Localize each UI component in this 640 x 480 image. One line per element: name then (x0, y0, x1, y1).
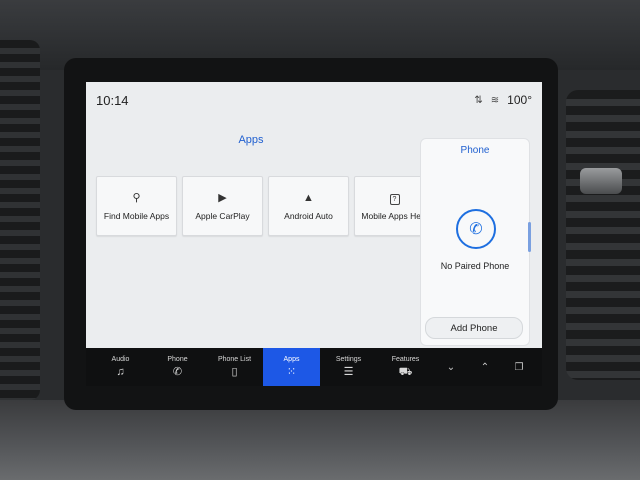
sliders-icon: ☰ (343, 366, 354, 378)
tile-label: Android Auto (284, 211, 333, 221)
android-auto-icon: ▲ (303, 192, 314, 204)
phone-panel: Phone ✆ No Paired Phone Add Phone (420, 138, 530, 346)
apple-carplay-tile[interactable]: ▶ Apple CarPlay (182, 176, 263, 236)
nav-phone-list[interactable]: Phone List ▯ (206, 348, 263, 386)
music-note-icon: ♫ (116, 366, 125, 378)
bottom-nav-bar: Audio ♫ Phone ✆ Phone List ▯ Apps ⁙ Sett… (86, 348, 542, 386)
chevron-down-icon[interactable]: ⌄ (434, 348, 468, 386)
phone-handset-icon[interactable]: ✆ (456, 209, 496, 249)
nav-label: Phone List (217, 356, 252, 363)
add-phone-button[interactable]: Add Phone (425, 317, 523, 339)
truck-icon: ⛟ (398, 366, 413, 378)
nav-label: Features (391, 356, 420, 363)
tile-label: Apple CarPlay (195, 211, 250, 221)
nav-label: Settings (335, 356, 362, 363)
nav-settings[interactable]: Settings ☰ (320, 348, 377, 386)
infotainment-screen: 10:14 ⇅ ≋ 100° Apps ⚲ Find Mobile Apps ▶… (86, 82, 542, 386)
apps-grid-icon: ⁙ (286, 366, 297, 378)
carplay-icon: ▶ (218, 192, 227, 204)
apps-title: Apps (238, 134, 264, 146)
status-bar: 10:14 ⇅ ≋ 100° (86, 82, 542, 118)
wifi-icon: ≋ (490, 94, 500, 106)
dashboard-bottom (0, 400, 640, 480)
tile-label: Find Mobile Apps (103, 211, 170, 221)
phone-list-icon: ▯ (231, 366, 238, 378)
nav-label: Audio (111, 356, 130, 363)
phone-panel-title: Phone (460, 145, 490, 156)
nav-phone[interactable]: Phone ✆ (149, 348, 206, 386)
nav-features[interactable]: Features ⛟ (377, 348, 434, 386)
nav-label: Phone (167, 356, 188, 363)
outside-temperature: 100° (507, 93, 532, 107)
apps-grid: ⚲ Find Mobile Apps ▶ Apple CarPlay ▲ And… (96, 176, 435, 236)
right-air-vent (566, 90, 640, 380)
clock: 10:14 (96, 92, 129, 108)
nav-audio[interactable]: Audio ♫ (92, 348, 149, 386)
phone-icon: ✆ (172, 366, 183, 378)
status-indicators: ⇅ ≋ 100° (474, 93, 532, 107)
sync-icon: ⇅ (474, 94, 483, 106)
pages-icon[interactable]: ❐ (502, 348, 536, 386)
nav-apps[interactable]: Apps ⁙ (263, 348, 320, 386)
help-icon: ? (389, 191, 400, 205)
search-apps-icon: ⚲ (132, 192, 141, 204)
left-air-vent (0, 40, 40, 400)
find-mobile-apps-tile[interactable]: ⚲ Find Mobile Apps (96, 176, 177, 236)
android-auto-tile[interactable]: ▲ Android Auto (268, 176, 349, 236)
phone-status: No Paired Phone (440, 261, 510, 271)
chevron-up-icon[interactable]: ⌃ (468, 348, 502, 386)
nav-label: Apps (283, 356, 300, 363)
vent-adjuster-knob (580, 168, 622, 194)
tile-label: Mobile Apps Help (361, 211, 428, 221)
scroll-indicator[interactable] (528, 222, 531, 252)
